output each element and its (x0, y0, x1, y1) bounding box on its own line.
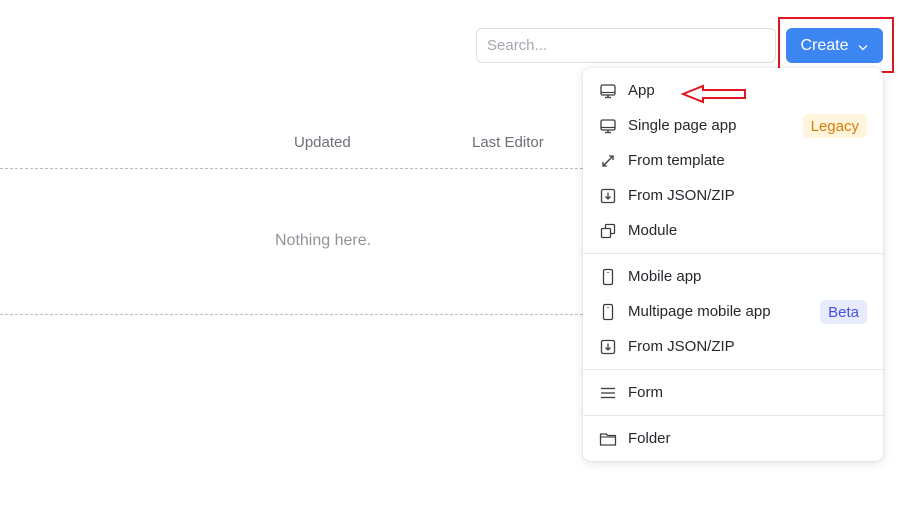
form-lines-icon (599, 384, 617, 402)
menu-divider (583, 253, 883, 254)
search-input[interactable] (476, 28, 776, 63)
menu-item-label: Module (628, 222, 678, 239)
create-button[interactable]: Create (786, 28, 883, 63)
menu-item-label: From JSON/ZIP (628, 187, 735, 204)
menu-item-label: App (628, 82, 655, 99)
create-dropdown-menu: App Single page app Legacy From template… (583, 68, 883, 461)
chevron-down-icon (857, 40, 869, 52)
import-icon (599, 187, 617, 205)
menu-item-from-json-zip[interactable]: From JSON/ZIP (583, 178, 883, 213)
table-header-divider (0, 168, 583, 169)
monitor-icon (599, 82, 617, 100)
empty-state-message: Nothing here. (275, 232, 372, 249)
menu-item-form[interactable]: Form (583, 375, 883, 410)
import-icon (599, 338, 617, 356)
expand-arrows-icon (599, 152, 617, 170)
beta-badge: Beta (820, 300, 867, 324)
folder-icon (599, 430, 617, 448)
menu-item-from-template[interactable]: From template (583, 143, 883, 178)
menu-item-single-page-app[interactable]: Single page app Legacy (583, 108, 883, 143)
monitor-icon (599, 117, 617, 135)
menu-item-label: Form (628, 384, 663, 401)
menu-item-label: From JSON/ZIP (628, 338, 735, 355)
column-header-last-editor[interactable]: Last Editor (472, 134, 544, 151)
mobile-icon (599, 303, 617, 321)
mobile-icon (599, 268, 617, 286)
column-header-updated[interactable]: Updated (294, 134, 351, 151)
menu-item-app[interactable]: App (583, 73, 883, 108)
menu-item-multipage-mobile-app[interactable]: Multipage mobile app Beta (583, 294, 883, 329)
menu-divider (583, 369, 883, 370)
menu-item-label: Mobile app (628, 268, 702, 285)
menu-item-label: From template (628, 152, 725, 169)
menu-item-mobile-from-json-zip[interactable]: From JSON/ZIP (583, 329, 883, 364)
module-copy-icon (599, 222, 617, 240)
legacy-badge: Legacy (802, 114, 867, 138)
create-button-label: Create (800, 36, 849, 54)
menu-item-mobile-app[interactable]: Mobile app (583, 259, 883, 294)
menu-item-label: Single page app (628, 117, 737, 134)
menu-item-folder[interactable]: Folder (583, 421, 883, 456)
menu-item-label: Multipage mobile app (628, 303, 771, 320)
menu-item-label: Folder (628, 430, 671, 447)
table-bottom-divider (0, 314, 583, 315)
menu-divider (583, 415, 883, 416)
menu-item-module[interactable]: Module (583, 213, 883, 248)
